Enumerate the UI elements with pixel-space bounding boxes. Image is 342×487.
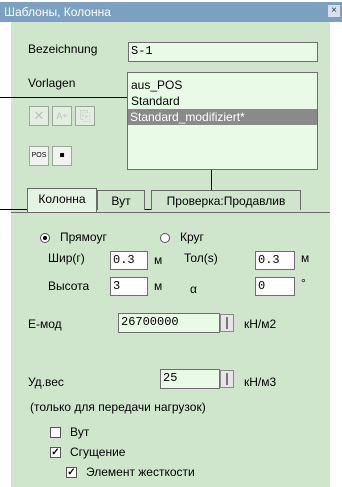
list-item-selected[interactable]: Standard_modifiziert* [128,109,317,125]
tab-punching-check[interactable]: Проверка:Продавлив [151,190,301,210]
height-unit: м [154,279,163,293]
height-label: Высота [48,279,90,293]
emod-spinner[interactable] [220,314,234,332]
rect-label: Прямоуг [60,230,107,244]
rigid-element-checkbox[interactable]: ✓ [66,467,77,478]
height-input[interactable]: 3 [110,277,148,296]
title-bar: Шаблоны, Колонна × [0,2,342,22]
add-template-button[interactable]: A+ [52,106,72,126]
emod-label: Е-мод [28,317,62,331]
thickening-label: Сгущение [70,445,126,459]
delete-icon: ✕ [33,108,45,123]
thickness-input[interactable]: 0.3 [255,251,295,270]
add-icon: A+ [56,111,68,121]
round-radio[interactable] [160,233,170,243]
copy-button[interactable]: ⎘ [75,106,95,126]
load-transfer-note: (только для передачи нагрузок) [30,400,206,414]
checkmark-icon: ✓ [51,447,60,458]
thickening-checkbox[interactable]: ✓ [50,447,61,458]
weight-unit: кН/м3 [244,375,277,389]
copy-icon: ⎘ [79,108,91,123]
template-window: Шаблоны, Колонна × Bezeichnung S-1 Vorla… [0,0,342,487]
checkmark-icon: ✓ [67,467,76,478]
weight-spinner[interactable] [220,370,234,388]
templates-list[interactable]: aus_POS Standard Standard_modifiziert* [127,72,318,170]
save-button[interactable]: ▪ [52,146,72,166]
pointer-line-upper [0,97,130,98]
import-pos-button[interactable]: POS [29,146,49,166]
alpha-label: α [190,282,197,296]
weight-label: Уд.вес [28,375,64,389]
alpha-unit: ° [301,276,306,290]
window-title: Шаблоны, Колонна [4,5,111,19]
tab-haunch[interactable]: Вут [97,190,145,210]
list-item[interactable]: Standard [129,93,180,109]
vut-checkbox[interactable] [50,427,61,438]
width-input[interactable]: 0.3 [110,251,148,270]
delete-button[interactable]: ✕ [29,106,49,126]
rect-radio[interactable] [40,233,50,243]
emod-input[interactable]: 26700000 [118,313,220,333]
weight-input[interactable]: 25 [160,369,220,389]
width-unit: м [154,253,163,267]
designation-label: Bezeichnung [28,42,98,56]
list-item[interactable]: aus_POS [129,77,182,93]
tab-bar: Колонна Вут Проверка:Продавлив [11,188,330,212]
close-icon[interactable]: × [328,5,340,17]
pos-file-icon: POS [31,152,47,159]
thickness-label: Тол(s) [184,251,218,265]
designation-input[interactable]: S-1 [128,42,318,62]
round-label: Круг [180,230,204,244]
tab-column[interactable]: Колонна [27,188,97,212]
rigid-element-label: Элемент жесткости [86,465,195,479]
floppy-icon: ▪ [59,147,65,164]
vut-label: Вут [70,425,90,439]
thickness-unit: м [301,251,310,265]
emod-unit: кН/м2 [244,317,277,331]
templates-label: Vorlagen [28,76,76,90]
width-label: Шир(г) [48,251,85,265]
alpha-input[interactable]: 0 [255,277,295,296]
